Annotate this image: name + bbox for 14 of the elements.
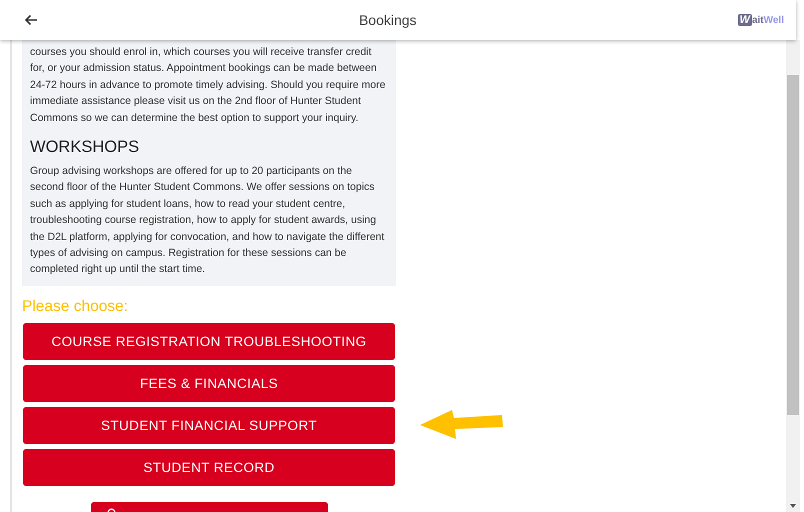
scrollbar[interactable]	[786, 40, 800, 512]
info-paragraph: Group advising workshops are offered for up to 20 participants on the second floor of the Hunter Student Commons. We offer sessions on topics such as applying for student loans, how to read your student centre, troubleshooting course registration, how to apply for student awards, using the D2L platform, applying for convocation, and how to navigate the different types of advising on campus. Registration for these sessions can be completed right up until the start time.	[30, 164, 386, 278]
option-button[interactable]: STUDENT FINANCIAL SUPPORT	[23, 406, 395, 444]
back-arrow-icon[interactable]	[24, 14, 38, 26]
option-button[interactable]: COURSE REGISTRATION TROUBLESHOOTING	[23, 322, 395, 360]
choose-prompt: Please choose:	[22, 298, 129, 316]
logo-mark: W	[738, 14, 752, 26]
scroll-down-icon[interactable]	[790, 504, 796, 508]
page-title: Bookings	[358, 12, 418, 28]
option-button[interactable]: STUDENT RECORD	[23, 448, 395, 486]
section-heading: WORKSHOPS	[30, 138, 140, 158]
option-button[interactable]: FEES & FINANCIALS	[23, 364, 395, 402]
info-paragraph: courses you should enrol in, which courses you will receive transfer credit for, or your admission status. Appointment bookings can be made between 24-72 hours in advance to promote timely advising. Should you require more immediate assistance please visit us on the 2nd floor of Hunter Student Commons so we can determine the best option to support your inquiry.	[30, 45, 386, 126]
logo-text: aitWell	[752, 14, 784, 26]
